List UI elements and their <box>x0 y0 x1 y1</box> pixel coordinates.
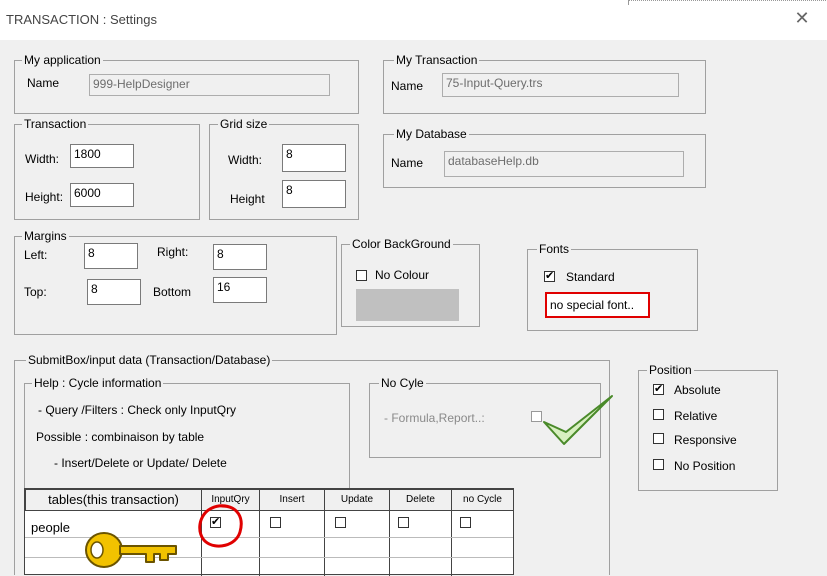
position-relative-checkbox[interactable] <box>653 409 664 420</box>
margin-bottom-label: Bottom <box>153 285 192 299</box>
close-icon[interactable]: ✕ <box>792 8 812 28</box>
col-header-tables[interactable]: tables(this transaction) <box>25 489 202 511</box>
position-absolute-checkbox[interactable] <box>653 382 664 396</box>
standard-font-checkbox[interactable] <box>544 269 555 283</box>
transaction-legend: Transaction <box>22 117 89 131</box>
grid-width-field[interactable]: 8 <box>282 144 346 172</box>
red-circle-highlight <box>198 504 243 548</box>
title-bar: TRANSACTION : Settings ✕ <box>0 0 827 40</box>
column-divider <box>259 489 260 576</box>
margin-left-field[interactable]: 8 <box>84 243 138 269</box>
transaction-height-field[interactable]: 6000 <box>70 183 134 207</box>
position-no-position-label: No Position <box>674 459 736 473</box>
submitbox-legend: SubmitBox/input data (Transaction/Databa… <box>26 353 273 367</box>
standard-font-label: Standard <box>566 270 615 284</box>
color-swatch[interactable] <box>356 289 459 321</box>
fonts-group <box>527 249 698 331</box>
no-cycle-label: - Formula,Report..: <box>384 411 485 425</box>
help-line-1: - Query /Filters : Check only InputQry <box>38 403 237 417</box>
database-name-field[interactable]: databaseHelp.db <box>444 151 684 177</box>
position-relative-label: Relative <box>674 409 718 423</box>
key-icon <box>85 532 177 568</box>
column-divider <box>324 489 325 576</box>
column-divider <box>451 489 452 576</box>
position-responsive-checkbox[interactable] <box>653 433 664 444</box>
position-absolute-label: Absolute <box>674 383 721 397</box>
column-divider <box>389 489 390 576</box>
margin-right-field[interactable]: 8 <box>213 244 267 270</box>
grid-size-legend: Grid size <box>218 117 270 131</box>
margin-top-field[interactable]: 8 <box>87 279 141 305</box>
grid-width-label: Width: <box>228 153 263 167</box>
database-name-label: Name <box>391 156 424 170</box>
my-transaction-legend: My Transaction <box>394 53 480 67</box>
font-note: no special font.. <box>545 292 650 318</box>
col-header-delete[interactable]: Delete <box>389 489 452 511</box>
app-name-field[interactable]: 999-HelpDesigner <box>89 74 330 96</box>
margin-bottom-field[interactable]: 16 <box>213 277 267 303</box>
col-header-no-cycle[interactable]: no Cycle <box>451 489 514 511</box>
my-database-legend: My Database <box>394 127 469 141</box>
position-responsive-label: Responsive <box>674 433 737 447</box>
margins-legend: Margins <box>22 229 69 243</box>
row-delete-checkbox[interactable] <box>398 517 409 528</box>
my-application-legend: My application <box>22 53 103 67</box>
green-checkmark-icon <box>543 395 613 445</box>
help-line-2: Possible : combinaison by table <box>36 430 205 444</box>
margin-right-label: Right: <box>157 245 189 259</box>
transaction-height-label: Height: <box>25 190 64 204</box>
grid-height-field[interactable]: 8 <box>282 180 346 208</box>
position-legend: Position <box>647 363 694 377</box>
transaction-width-label: Width: <box>25 152 60 166</box>
row-insert-checkbox[interactable] <box>270 517 281 528</box>
table-row-name[interactable]: people <box>31 520 70 535</box>
help-legend: Help : Cycle information <box>32 376 164 390</box>
window-title: TRANSACTION : Settings <box>6 12 157 27</box>
col-header-insert[interactable]: Insert <box>259 489 325 511</box>
row-no-cycle-checkbox[interactable] <box>460 517 471 528</box>
grid-height-label: Height <box>230 192 265 206</box>
color-background-legend: Color BackGround <box>350 237 453 251</box>
row-update-checkbox[interactable] <box>335 517 346 528</box>
position-no-position-checkbox[interactable] <box>653 459 664 470</box>
no-colour-checkbox[interactable] <box>356 270 367 281</box>
help-line-3: - Insert/Delete or Update/ Delete <box>54 456 227 470</box>
dotted-border-decoration <box>628 0 827 5</box>
transaction-name-field[interactable]: 75-Input-Query.trs <box>442 73 679 97</box>
margin-left-label: Left: <box>24 248 48 262</box>
transaction-name-label: Name <box>391 79 424 93</box>
col-header-update[interactable]: Update <box>324 489 390 511</box>
app-name-label: Name <box>27 76 60 90</box>
transaction-width-field[interactable]: 1800 <box>70 144 134 168</box>
fonts-legend: Fonts <box>537 242 572 256</box>
margin-top-label: Top: <box>24 285 47 299</box>
no-cycle-legend: No Cyle <box>379 376 426 390</box>
no-colour-label: No Colour <box>375 268 430 282</box>
